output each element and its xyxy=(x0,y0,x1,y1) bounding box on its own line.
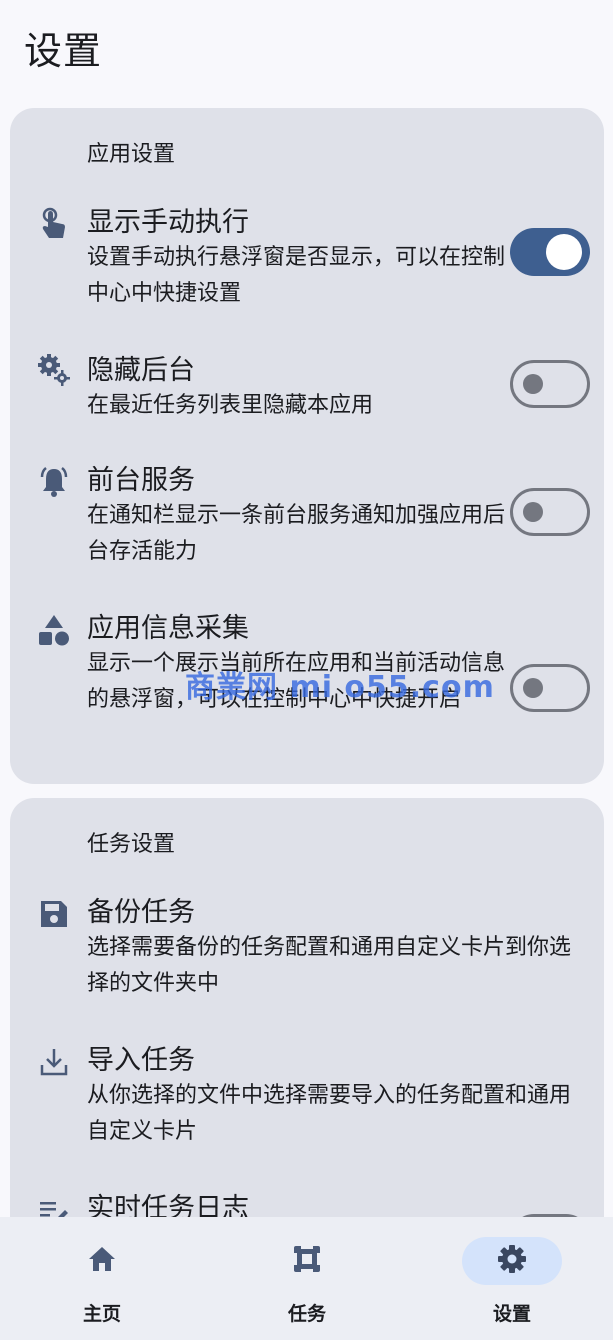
foreground-service-switch[interactable] xyxy=(510,488,590,536)
setting-desc: 在通知栏显示一条前台服务通知加强应用后台存活能力 xyxy=(87,503,506,564)
nav-tasks[interactable]: 任务 xyxy=(205,1217,409,1340)
bell-icon xyxy=(36,464,72,500)
setting-desc: 选择需要备份的任务配置和通用自定义卡片到你选择的文件夹中 xyxy=(87,935,572,996)
setting-desc: 在最近任务列表里隐藏本应用 xyxy=(87,393,374,418)
setting-title: 前台服务 xyxy=(87,465,195,496)
nav-label: 主页 xyxy=(82,1303,121,1325)
page-title: 设置 xyxy=(24,29,103,73)
switch-knob xyxy=(523,374,543,394)
nav-label: 设置 xyxy=(492,1303,531,1325)
show-manual-exec-switch[interactable] xyxy=(510,228,590,276)
save-icon xyxy=(36,896,72,932)
setting-title: 显示手动执行 xyxy=(87,207,249,238)
nav-label: 任务 xyxy=(287,1303,326,1325)
setting-title: 备份任务 xyxy=(87,897,195,928)
switch-knob xyxy=(523,502,543,522)
setting-import-tasks[interactable]: 导入任务 从你选择的文件中选择需要导入的任务配置和通用自定义卡片 xyxy=(10,1038,604,1156)
setting-title: 隐藏后台 xyxy=(87,355,195,386)
touch-icon xyxy=(36,206,72,242)
switch-knob xyxy=(546,234,582,270)
shapes-icon xyxy=(36,612,72,648)
setting-hide-background[interactable]: 隐藏后台 在最近任务列表里隐藏本应用 xyxy=(10,348,604,428)
nav-home[interactable]: 主页 xyxy=(0,1217,204,1340)
setting-desc: 设置手动执行悬浮窗是否显示，可以在控制中心中快捷设置 xyxy=(87,245,506,306)
setting-show-manual-exec[interactable]: 显示手动执行 设置手动执行悬浮窗是否显示，可以在控制中心中快捷设置 xyxy=(10,200,604,318)
setting-desc: 从你选择的文件中选择需要导入的任务配置和通用自定义卡片 xyxy=(87,1083,572,1144)
setting-title: 导入任务 xyxy=(87,1045,195,1076)
setting-foreground-service[interactable]: 前台服务 在通知栏显示一条前台服务通知加强应用后台存活能力 xyxy=(10,458,604,576)
hide-background-switch[interactable] xyxy=(510,360,590,408)
gears-icon xyxy=(36,352,72,388)
download-icon xyxy=(36,1044,72,1080)
app-info-collect-switch[interactable] xyxy=(510,664,590,712)
nav-settings[interactable]: 设置 xyxy=(410,1217,613,1340)
app-settings-title: 应用设置 xyxy=(87,142,176,167)
nav-pill xyxy=(52,1237,152,1285)
home-icon xyxy=(87,1244,117,1278)
task-icon xyxy=(291,1243,323,1278)
gear-icon xyxy=(496,1243,528,1279)
switch-knob xyxy=(523,678,543,698)
bottom-nav: 主页 任务 设置 xyxy=(0,1217,613,1340)
setting-title: 应用信息采集 xyxy=(87,613,249,644)
watermark: 商業网 mi o55.com xyxy=(185,670,495,705)
task-settings-title: 任务设置 xyxy=(87,832,176,857)
nav-pill xyxy=(257,1237,357,1285)
setting-backup-tasks[interactable]: 备份任务 选择需要备份的任务配置和通用自定义卡片到你选择的文件夹中 xyxy=(10,890,604,1008)
nav-pill xyxy=(462,1237,562,1285)
